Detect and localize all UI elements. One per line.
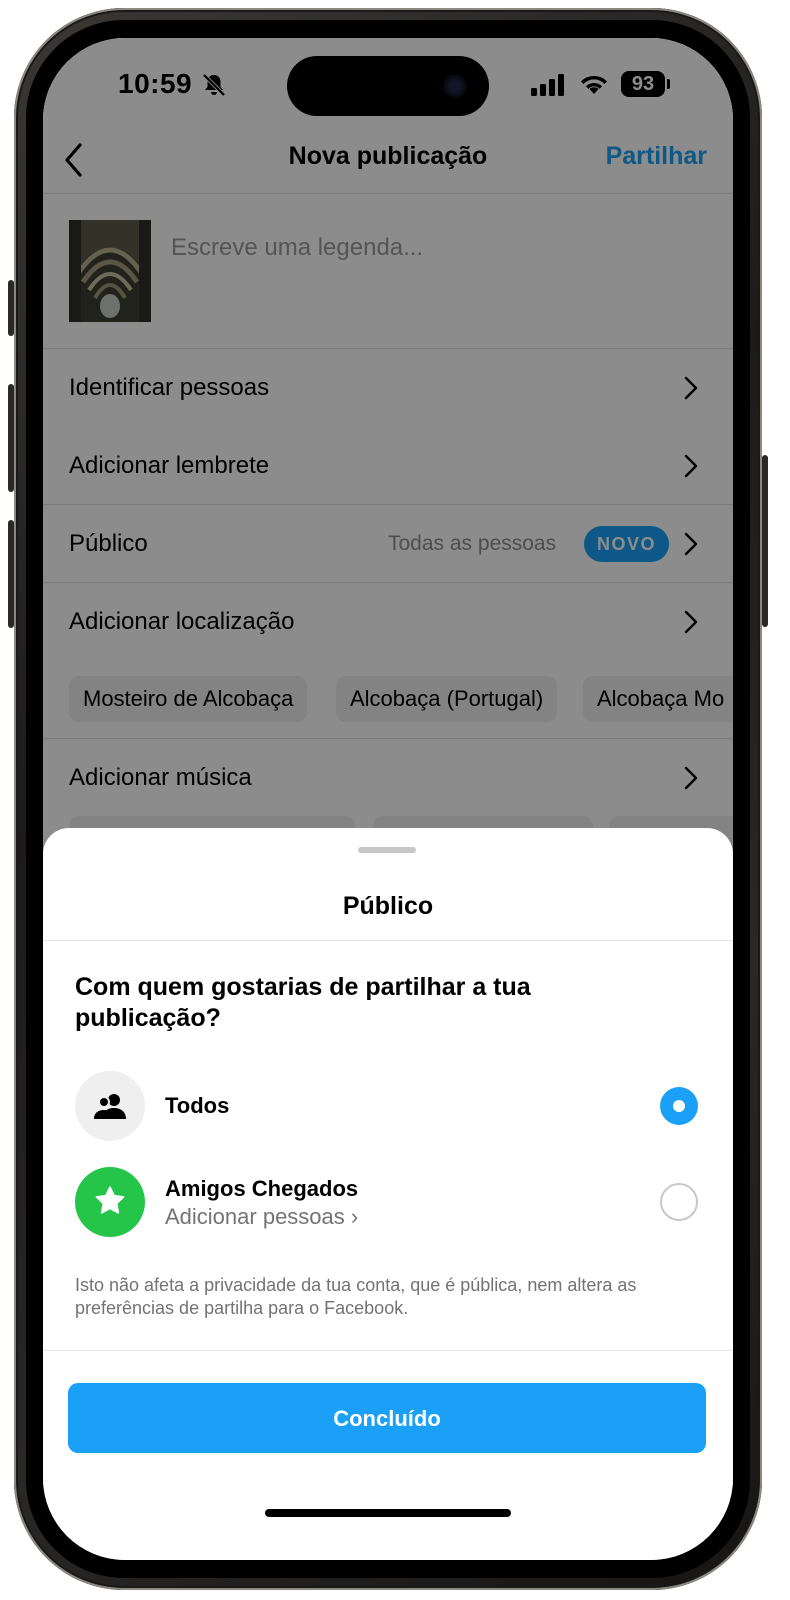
audience-sheet: Público Com quem gostarias de partilhar … <box>43 828 733 1560</box>
radio-selected[interactable] <box>660 1087 698 1125</box>
divider <box>43 940 733 941</box>
screen: 10:59 93 Nova publicação Partilhar Escre… <box>43 38 733 1560</box>
done-button[interactable]: Concluído <box>68 1383 706 1453</box>
people-icon <box>94 1094 126 1119</box>
volume-up-button <box>8 384 14 492</box>
add-people-link[interactable]: Adicionar pessoas › <box>165 1204 358 1230</box>
option-close-friends-icon-bg <box>75 1167 145 1237</box>
mute-switch <box>8 280 14 336</box>
radio-dot <box>673 1100 685 1112</box>
volume-down-button <box>8 520 14 628</box>
star-icon <box>95 1186 125 1214</box>
home-indicator[interactable] <box>265 1509 511 1517</box>
option-close-friends-label: Amigos Chegados <box>165 1176 359 1201</box>
option-close-friends[interactable]: Amigos Chegados Adicionar pessoas › <box>43 1154 733 1250</box>
option-everyone[interactable]: Todos <box>43 1058 733 1154</box>
divider <box>43 1350 733 1351</box>
sheet-title: Público <box>342 892 434 920</box>
option-everyone-icon-bg <box>75 1071 145 1141</box>
sheet-handle[interactable] <box>358 847 416 853</box>
audience-question: Com quem gostarias de partilhar a tua pu… <box>75 973 531 1032</box>
power-button <box>762 455 768 627</box>
privacy-note: Isto não afeta a privacidade da tua cont… <box>75 1275 637 1318</box>
option-everyone-label: Todos <box>165 1093 230 1118</box>
radio-unselected[interactable] <box>660 1183 698 1221</box>
